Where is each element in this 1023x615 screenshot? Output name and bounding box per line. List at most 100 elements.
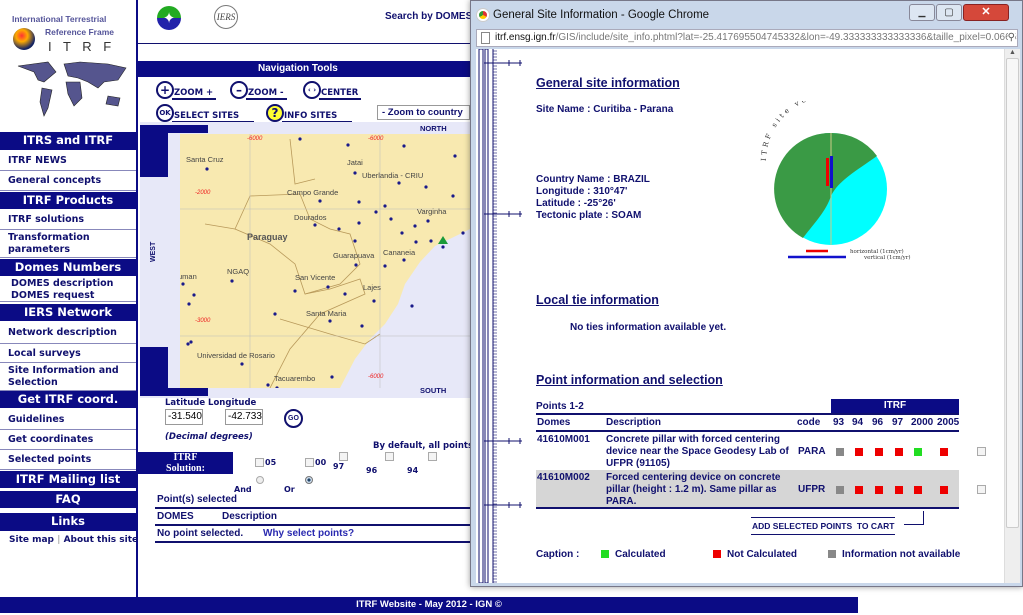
site-point[interactable]: [410, 304, 414, 308]
zoom-out-button[interactable]: – ZOOM -: [230, 80, 287, 100]
pan-southwest[interactable]: [140, 347, 168, 393]
longitude-input[interactable]: -42.7333: [225, 409, 263, 425]
sidebar-section-itrf-products[interactable]: ITRF Products: [0, 192, 136, 209]
latitude-input[interactable]: -31.5407: [165, 409, 203, 425]
sidebar-section-itrf-mailing-list[interactable]: ITRF Mailing list: [0, 471, 136, 488]
go-button[interactable]: GO: [284, 409, 303, 428]
sidebar-item-itrf-news[interactable]: ITRF NEWS: [0, 152, 136, 171]
site-point[interactable]: [346, 143, 350, 147]
site-point[interactable]: [192, 293, 196, 297]
search-by-domes-link[interactable]: Search by DOMES: [385, 11, 470, 22]
site-point[interactable]: [383, 204, 387, 208]
sidebar-item-itrf-solutions[interactable]: ITRF solutions: [0, 211, 136, 230]
pan-south-bar[interactable]: [140, 388, 208, 396]
sidebar-item-general-concepts[interactable]: General concepts: [0, 172, 136, 191]
site-point[interactable]: [337, 227, 341, 231]
site-point[interactable]: [230, 279, 234, 283]
scroll-up-icon[interactable]: ▲: [1005, 49, 1020, 56]
site-point[interactable]: [413, 224, 417, 228]
site-point[interactable]: [326, 285, 330, 289]
solution-checkbox-97[interactable]: [339, 452, 348, 461]
site-point[interactable]: [397, 181, 401, 185]
sidebar-item-domes-request[interactable]: DOMES request: [0, 290, 136, 302]
solution-checkbox-05[interactable]: [255, 458, 264, 467]
site-point[interactable]: [441, 245, 445, 249]
about-link[interactable]: About this site: [64, 535, 139, 545]
site-point[interactable]: [343, 292, 347, 296]
sidebar-item-selected-points[interactable]: Selected points: [0, 451, 136, 470]
site-point[interactable]: [353, 239, 357, 243]
site-point[interactable]: [389, 217, 393, 221]
zoom-to-country-select[interactable]: - Zoom to country: [377, 105, 470, 120]
site-point[interactable]: [186, 342, 190, 346]
site-point[interactable]: [273, 312, 277, 316]
sidebar-item-guidelines[interactable]: Guidelines: [0, 410, 136, 430]
address-bar[interactable]: itrf.ensg.ign.fr/GIS/include/site_info.p…: [476, 29, 1018, 47]
site-point[interactable]: [293, 289, 297, 293]
why-select-points-link[interactable]: Why select points?: [263, 528, 354, 539]
sidebar-item-network-description[interactable]: Network description: [0, 323, 136, 344]
close-button[interactable]: ✕: [963, 4, 1009, 21]
site-point[interactable]: [402, 258, 406, 262]
site-point[interactable]: [400, 231, 404, 235]
select-sites-button[interactable]: OK SELECT SITES: [156, 103, 255, 123]
center-button[interactable]: ‹ › CENTER: [303, 80, 362, 100]
sidebar-item-local-surveys[interactable]: Local surveys: [0, 345, 136, 363]
site-point[interactable]: [461, 231, 465, 235]
ign-logo-icon[interactable]: ✦: [157, 6, 181, 30]
site-point[interactable]: [330, 375, 334, 379]
site-point[interactable]: [453, 154, 457, 158]
radio-and[interactable]: [256, 476, 264, 484]
site-point[interactable]: [189, 340, 193, 344]
site-point[interactable]: [240, 362, 244, 366]
sidebar-section-iers-network[interactable]: IERS Network: [0, 304, 136, 321]
site-point[interactable]: [374, 210, 378, 214]
site-point[interactable]: [328, 319, 332, 323]
solution-checkbox-00[interactable]: [305, 458, 314, 467]
site-point[interactable]: [424, 185, 428, 189]
sidebar-section-links[interactable]: Links: [0, 513, 136, 531]
sidebar-section-itrs-and-itrf[interactable]: ITRS and ITRF: [0, 132, 136, 150]
site-point[interactable]: [360, 324, 364, 328]
sidebar-item-site-information-and-selection[interactable]: Site Information and Selection: [0, 364, 136, 391]
site-point[interactable]: [205, 167, 209, 171]
site-point[interactable]: [298, 137, 302, 141]
info-sites-button[interactable]: ? INFO SITES: [266, 103, 353, 123]
select-point-checkbox[interactable]: [977, 485, 986, 494]
site-point[interactable]: [383, 264, 387, 268]
site-point[interactable]: [451, 194, 455, 198]
site-point[interactable]: [353, 171, 357, 175]
site-point[interactable]: [354, 263, 358, 267]
site-point[interactable]: [313, 223, 317, 227]
sidebar-section-faq[interactable]: FAQ: [0, 491, 136, 508]
site-point[interactable]: [426, 219, 430, 223]
scrollbar-thumb[interactable]: [1006, 58, 1019, 528]
sidebar-item-get-coordinates[interactable]: Get coordinates: [0, 431, 136, 450]
site-point[interactable]: [414, 240, 418, 244]
sidebar-item-transformation-parameters[interactable]: Transformation parameters: [0, 231, 136, 258]
site-point[interactable]: [429, 239, 433, 243]
site-point[interactable]: [357, 221, 361, 225]
solution-checkbox-94[interactable]: [428, 452, 437, 461]
site-point[interactable]: [372, 299, 376, 303]
map-canvas[interactable]: -6000 -6000 -2000 -3000 -6000 Santa Cruz Jatai…: [180, 134, 470, 388]
pan-west[interactable]: WEST: [150, 242, 157, 262]
select-point-checkbox[interactable]: [977, 447, 986, 456]
add-to-cart-button[interactable]: ADD SELECTED POINTS TO CART: [751, 517, 896, 535]
site-point[interactable]: [187, 302, 191, 306]
itrf-logo[interactable]: International Terrestrial Reference Fram…: [0, 0, 136, 128]
minimize-button[interactable]: ▁: [909, 4, 935, 21]
site-point[interactable]: [402, 144, 406, 148]
site-point[interactable]: [181, 282, 185, 286]
sidebar-item-domes-description[interactable]: DOMES description: [0, 278, 136, 290]
pan-north[interactable]: NORTH: [420, 124, 447, 133]
iers-logo-icon[interactable]: IERS: [214, 5, 238, 29]
sidebar-section-domes-numbers[interactable]: Domes Numbers: [0, 259, 136, 276]
site-point[interactable]: [318, 199, 322, 203]
site-point[interactable]: [357, 200, 361, 204]
maximize-button[interactable]: ▢: [936, 4, 962, 21]
pan-north-bar[interactable]: [140, 125, 208, 133]
site-map-link[interactable]: Site map: [9, 535, 54, 545]
site-point[interactable]: [266, 383, 270, 387]
sidebar-section-get-itrf-coord-[interactable]: Get ITRF coord.: [0, 391, 136, 408]
